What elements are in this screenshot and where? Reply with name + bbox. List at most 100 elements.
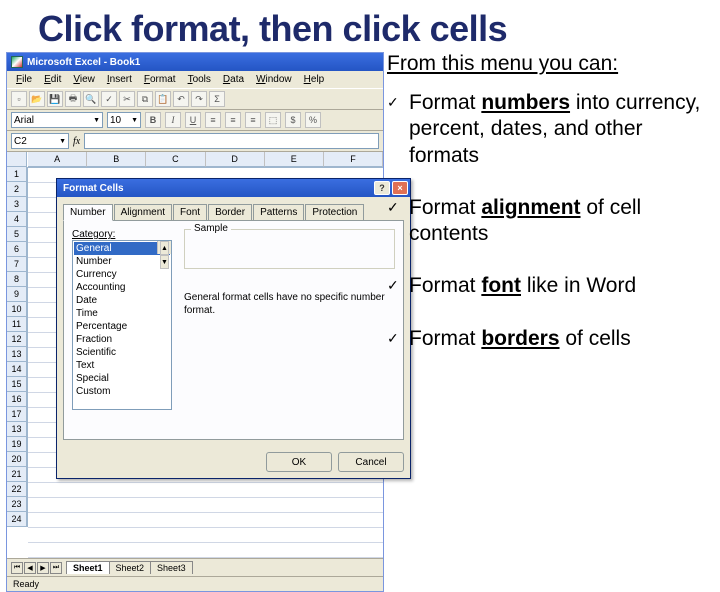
row-header[interactable]: 12 [7,332,27,347]
dialog-help-button[interactable]: ? [374,181,390,195]
row-header[interactable]: 7 [7,257,27,272]
spell-icon[interactable]: ✓ [101,91,117,107]
sheet-tab-1[interactable]: Sheet1 [66,561,110,574]
row-header[interactable]: 19 [7,437,27,452]
autosum-icon[interactable]: Σ [209,91,225,107]
tab-border[interactable]: Border [208,204,252,221]
col-header[interactable]: D [206,152,265,167]
category-item[interactable]: Time [74,307,170,320]
menu-window[interactable]: Window [251,73,297,86]
row-header[interactable]: 4 [7,212,27,227]
category-item[interactable]: Special [74,372,170,385]
col-header[interactable]: A [28,152,87,167]
font-name-combo[interactable]: Arial▼ [11,112,103,128]
sheet-tab-2[interactable]: Sheet2 [109,561,152,574]
row-header[interactable]: 2 [7,182,27,197]
scroll-down-icon[interactable]: ▼ [160,255,169,269]
category-item[interactable]: Date [74,294,170,307]
menu-view[interactable]: View [68,73,100,86]
scroll-up-icon[interactable]: ▲ [160,241,169,255]
paste-icon[interactable]: 📋 [155,91,171,107]
category-item[interactable]: Text [74,359,170,372]
tab-alignment[interactable]: Alignment [114,204,172,221]
cut-icon[interactable]: ✂ [119,91,135,107]
row-header[interactable]: 13 [7,422,27,437]
col-header[interactable]: B [87,152,146,167]
row-header[interactable]: 21 [7,467,27,482]
row-header[interactable]: 16 [7,392,27,407]
open-icon[interactable]: 📂 [29,91,45,107]
copy-icon[interactable]: ⧉ [137,91,153,107]
row-header[interactable]: 1 [7,167,27,182]
font-size-combo[interactable]: 10▼ [107,112,141,128]
save-icon[interactable]: 💾 [47,91,63,107]
row-header[interactable]: 10 [7,302,27,317]
menu-help[interactable]: Help [299,73,330,86]
menu-file[interactable]: File [11,73,37,86]
category-item[interactable]: Currency [74,268,170,281]
align-right-icon[interactable]: ≡ [245,112,261,128]
menu-tools[interactable]: Tools [183,73,216,86]
cancel-button[interactable]: Cancel [338,452,404,472]
category-listbox[interactable]: GeneralNumberCurrencyAccountingDateTimeP… [72,240,172,410]
category-item[interactable]: Custom [74,385,170,398]
sheet-nav-prev-icon[interactable]: ◀ [24,562,36,574]
row-header[interactable]: 22 [7,482,27,497]
fx-icon[interactable]: fx [73,136,80,147]
percent-icon[interactable]: % [305,112,321,128]
row-header[interactable]: 15 [7,377,27,392]
menu-data[interactable]: Data [218,73,249,86]
select-all-corner[interactable] [7,152,27,167]
row-header[interactable]: 3 [7,197,27,212]
menu-edit[interactable]: Edit [39,73,66,86]
col-header[interactable]: E [265,152,324,167]
menu-insert[interactable]: Insert [102,73,137,86]
underline-button[interactable]: U [185,112,201,128]
new-icon[interactable]: ▫ [11,91,27,107]
row-header[interactable]: 20 [7,452,27,467]
sheet-nav-next-icon[interactable]: ▶ [37,562,49,574]
row-header[interactable]: 14 [7,362,27,377]
tab-patterns[interactable]: Patterns [253,204,304,221]
category-item[interactable]: Fraction [74,333,170,346]
listbox-scrollbar[interactable]: ▲▼ [157,241,171,254]
sheet-nav-first-icon[interactable]: ⏮ [11,562,23,574]
name-box[interactable]: C2▼ [11,133,69,149]
category-item[interactable]: General [74,242,170,255]
ok-button[interactable]: OK [266,452,332,472]
category-item[interactable]: Percentage [74,320,170,333]
italic-button[interactable]: I [165,112,181,128]
print-icon[interactable]: 🖶 [65,91,81,107]
redo-icon[interactable]: ↷ [191,91,207,107]
undo-icon[interactable]: ↶ [173,91,189,107]
currency-icon[interactable]: $ [285,112,301,128]
row-header[interactable]: 9 [7,287,27,302]
formula-input[interactable] [84,133,379,149]
row-header[interactable]: 5 [7,227,27,242]
merge-icon[interactable]: ⬚ [265,112,281,128]
category-item[interactable]: Scientific [74,346,170,359]
tab-protection[interactable]: Protection [305,204,364,221]
row-header[interactable]: 23 [7,497,27,512]
col-header[interactable]: F [324,152,383,167]
cell-area[interactable]: Format Cells ? × Number Align [28,168,383,558]
row-header[interactable]: 17 [7,407,27,422]
sheet-nav-last-icon[interactable]: ⏭ [50,562,62,574]
row-header[interactable]: 6 [7,242,27,257]
row-header[interactable]: 13 [7,347,27,362]
tab-font[interactable]: Font [173,204,207,221]
category-item[interactable]: Accounting [74,281,170,294]
sheet-tab-3[interactable]: Sheet3 [150,561,193,574]
preview-icon[interactable]: 🔍 [83,91,99,107]
row-header[interactable]: 11 [7,317,27,332]
row-header[interactable]: 8 [7,272,27,287]
tab-number[interactable]: Number [63,204,113,221]
row-header[interactable]: 24 [7,512,27,527]
align-center-icon[interactable]: ≡ [225,112,241,128]
menu-format[interactable]: Format [139,73,181,86]
align-left-icon[interactable]: ≡ [205,112,221,128]
category-item[interactable]: Number [74,255,170,268]
dialog-close-button[interactable]: × [392,181,408,195]
col-header[interactable]: C [146,152,205,167]
bold-button[interactable]: B [145,112,161,128]
